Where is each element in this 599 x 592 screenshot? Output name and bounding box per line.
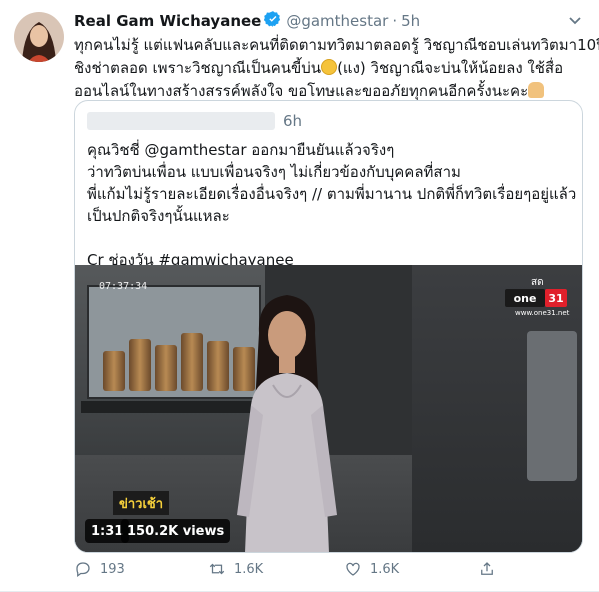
quoted-tweet-time[interactable]: 6h	[283, 112, 302, 130]
quoted-text-line	[87, 227, 572, 249]
reply-count: 193	[100, 561, 125, 577]
display-name[interactable]: Real Gam Wichayanee	[74, 12, 261, 30]
share-icon	[481, 562, 493, 575]
news-program-tag: ข่าวเช้า	[113, 491, 169, 515]
tweet[interactable]: Real Gam Wichayanee @gamthestar · 5h ทุก…	[0, 0, 599, 592]
video-player[interactable]: 07:37:34 สด one 31 www.one31.net ข่าวเช้…	[75, 265, 582, 552]
video-pole	[527, 331, 577, 481]
quoted-tweet[interactable]: 6h คุณวิชชี่ @gamthestar ออกมายืนยันแล้ว…	[74, 100, 583, 553]
reply-icon	[76, 562, 90, 578]
quoted-text-line: คุณวิชชี่ @gamthestar ออกมายืนยันแล้วจริ…	[87, 141, 395, 159]
live-label: สด	[531, 277, 544, 288]
video-person	[207, 285, 367, 552]
drum	[103, 351, 125, 391]
drum	[129, 339, 151, 391]
laughing-emoji-icon	[321, 59, 338, 75]
retweet-button[interactable]: 1.6K	[208, 560, 263, 578]
quoted-text-line: พี่แก้มไม่รู้รายละเอียดเรื่องอื่นจริงๆ /…	[87, 185, 577, 203]
channel-number: 31	[545, 289, 567, 307]
share-button[interactable]	[478, 560, 504, 578]
separator-dot: ·	[392, 12, 398, 30]
handle[interactable]: @gamthestar	[286, 12, 388, 30]
tweet-text-line: ชิงช่าตลอด เพราะวิชญาณีเป็นคนขี้บ่น (แง) …	[74, 59, 564, 77]
tweet-header: Real Gam Wichayanee @gamthestar · 5h	[74, 10, 420, 32]
quoted-tweet-header: 6h	[87, 111, 302, 131]
verified-icon	[261, 10, 286, 32]
retweet-icon	[209, 563, 225, 575]
like-button[interactable]: 1.6K	[344, 560, 399, 578]
tweet-actions: 193 1.6K 1.6K	[74, 560, 584, 582]
video-views-badge: 150.2K views	[121, 519, 231, 543]
drum	[155, 345, 177, 391]
channel-url: www.one31.net	[515, 309, 570, 317]
drum	[181, 333, 203, 391]
video-timestamp: 07:37:34	[99, 281, 148, 292]
folded-hands-emoji-icon	[528, 82, 545, 98]
retweet-count: 1.6K	[234, 561, 264, 577]
tweet-time[interactable]: 5h	[401, 12, 420, 30]
quoted-text-line: เป็นปกติจริงๆนั้นแหละ	[87, 207, 230, 225]
like-icon	[346, 562, 360, 576]
quoted-text-line: ว่าทวิตบ่นเพื่อน แบบเพื่อนจริงๆ ไม่เกี่ย…	[87, 163, 461, 181]
chevron-down-icon[interactable]	[567, 12, 583, 28]
redacted-author	[87, 112, 275, 130]
tweet-text: ทุกคนไม่รู้ แต่แฟนคลับและคนที่ติดตามทวิต…	[74, 34, 599, 103]
avatar[interactable]	[14, 12, 64, 62]
like-count: 1.6K	[370, 561, 400, 577]
quoted-tweet-text: คุณวิชชี่ @gamthestar ออกมายืนยันแล้วจริ…	[87, 139, 577, 271]
tweet-text-line: ทุกคนไม่รู้ แต่แฟนคลับและคนที่ติดตามทวิต…	[74, 36, 599, 54]
reply-button[interactable]: 193	[74, 560, 125, 578]
channel-logo: one	[505, 289, 545, 307]
